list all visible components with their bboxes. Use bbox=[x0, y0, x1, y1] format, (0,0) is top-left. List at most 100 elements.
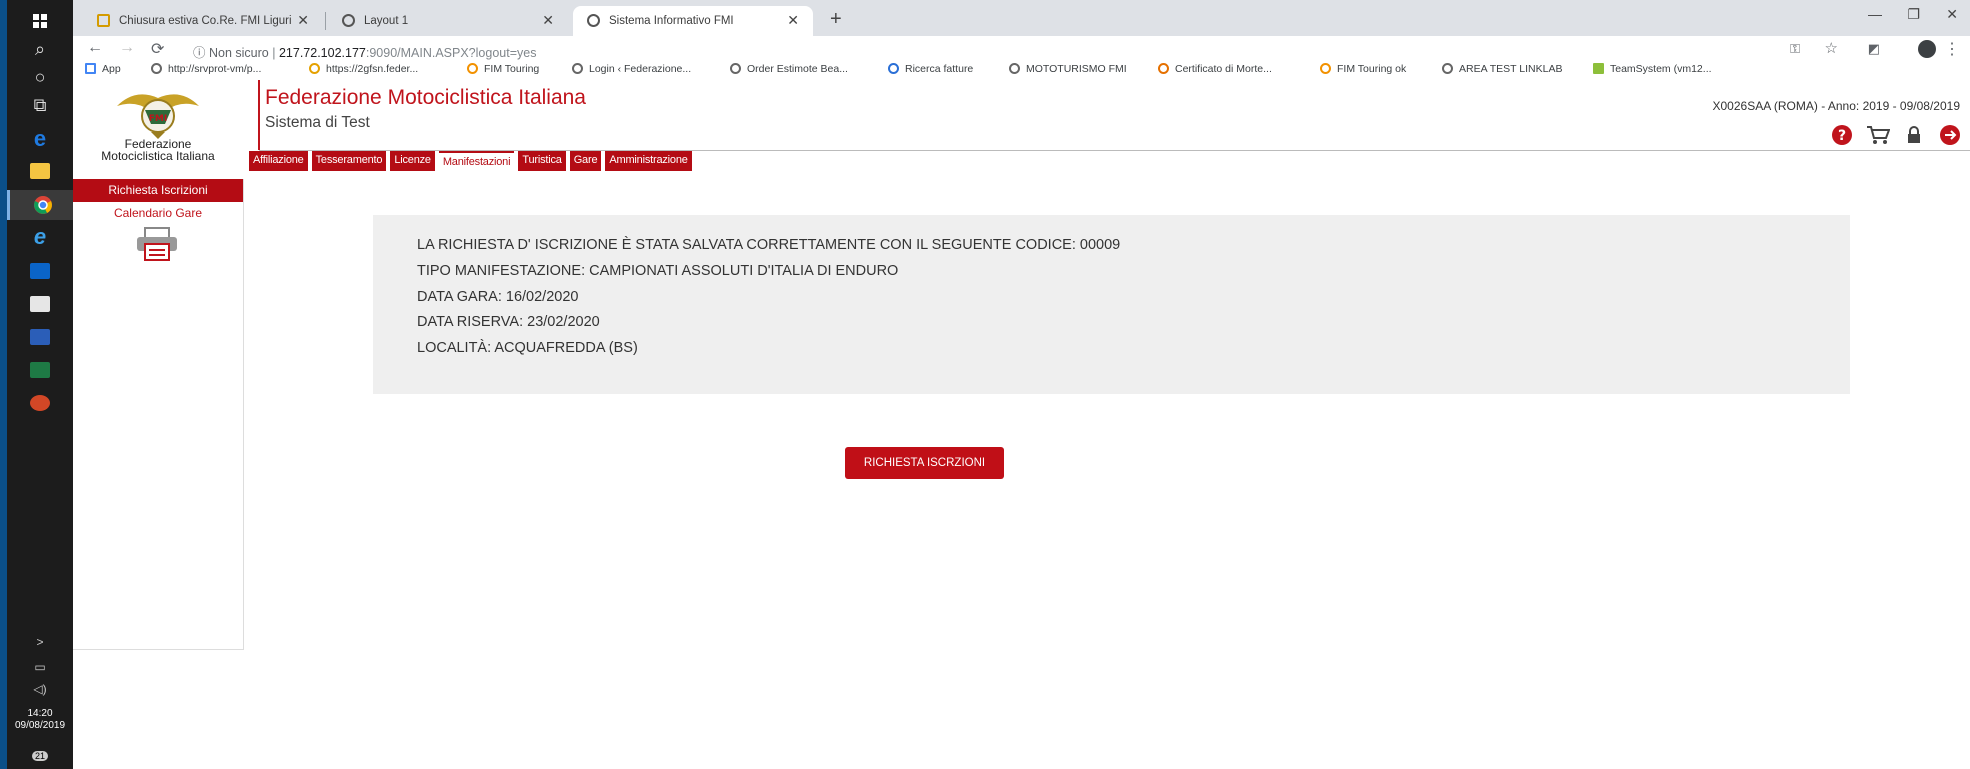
sidebar-item-calendario-gare[interactable]: Calendario Gare bbox=[73, 202, 243, 225]
apps-grid-icon bbox=[85, 63, 96, 74]
restore-icon[interactable]: ❐ bbox=[1907, 6, 1920, 23]
lock-icon[interactable] bbox=[1902, 125, 1926, 145]
bookmark-fim-touring[interactable]: FIM Touring bbox=[467, 63, 539, 75]
bookmark-favicon-icon bbox=[888, 63, 899, 74]
tab-sistema-informativo[interactable]: Sistema Informativo FMI ✕ bbox=[573, 6, 813, 36]
fmi-logo[interactable]: FMI Federazione Motociclistica Italiana bbox=[73, 80, 243, 180]
bookmark-ricerca-fatture[interactable]: Ricerca fatture bbox=[888, 63, 973, 75]
file-explorer-icon[interactable] bbox=[7, 156, 73, 186]
key-icon[interactable]: ⚿ bbox=[1790, 41, 1800, 57]
menu-tesseramento[interactable]: Tesseramento bbox=[311, 151, 387, 171]
bookmark-label: TeamSystem (vm12... bbox=[1610, 63, 1712, 75]
sidebar-item-richiesta-iscrizioni[interactable]: Richiesta Iscrizioni bbox=[73, 179, 243, 202]
edge-icon[interactable]: e bbox=[7, 124, 73, 154]
new-tab-icon[interactable]: + bbox=[830, 8, 842, 31]
bookmark-order-estimote[interactable]: Order Estimote Bea... bbox=[730, 63, 848, 75]
security-label: Non sicuro bbox=[209, 46, 269, 60]
tab-chiusura-estiva[interactable]: Chiusura estiva Co.Re. FMI Liguri ✕ bbox=[83, 6, 323, 36]
close-icon[interactable]: ✕ bbox=[787, 12, 799, 29]
extension-icon[interactable]: ◩ bbox=[1868, 41, 1880, 57]
profile-avatar[interactable] bbox=[1918, 40, 1936, 63]
clock-date: 09/08/2019 bbox=[14, 720, 66, 731]
menu-manifestazioni[interactable]: Manifestazioni bbox=[438, 151, 515, 171]
network-icon[interactable]: ▭ bbox=[7, 660, 73, 674]
user-info: X0026SAA (ROMA) - Anno: 2019 - 09/08/201… bbox=[1712, 99, 1961, 113]
logout-icon[interactable] bbox=[1938, 125, 1962, 145]
reload-icon[interactable]: ⟳ bbox=[151, 39, 164, 59]
url-field[interactable]: ⓘ Non sicuro | 217.72.102.177:9090/MAIN.… bbox=[193, 42, 536, 61]
minimize-icon[interactable]: — bbox=[1868, 6, 1882, 22]
chrome-icon[interactable] bbox=[7, 190, 76, 220]
task-view-icon[interactable]: ⧉ bbox=[7, 90, 73, 120]
bookmark-label: AREA TEST LINKLAB bbox=[1459, 63, 1563, 75]
chevron-up-icon[interactable]: > bbox=[7, 635, 73, 649]
web-page: FMI Federazione Motociclistica Italiana … bbox=[73, 80, 1970, 769]
page-subtitle: Sistema di Test bbox=[265, 114, 370, 131]
bookmark-label: Ricerca fatture bbox=[905, 63, 974, 75]
menu-turistica[interactable]: Turistica bbox=[518, 151, 566, 171]
tab-title: Chiusura estiva Co.Re. FMI Liguri bbox=[119, 15, 292, 27]
bookmark-area-test[interactable]: AREA TEST LINKLAB bbox=[1442, 63, 1563, 75]
url-path: :9090/MAIN.ASPX?logout=yes bbox=[365, 46, 537, 60]
url-host: 217.72.102.177 bbox=[278, 46, 366, 60]
bookmark-label: Certificato di Morte... bbox=[1175, 63, 1272, 75]
svg-text:?: ? bbox=[1838, 128, 1846, 144]
bookmark-favicon-icon bbox=[309, 63, 320, 74]
tab-strip: Chiusura estiva Co.Re. FMI Liguri ✕ Layo… bbox=[73, 0, 1970, 36]
menu-dots-icon[interactable]: ⋮ bbox=[1944, 39, 1960, 59]
bookmark-certificato[interactable]: Certificato di Morte... bbox=[1158, 63, 1272, 75]
close-icon[interactable]: ✕ bbox=[542, 12, 554, 29]
cortana-icon[interactable]: ○ bbox=[7, 62, 73, 92]
info-icon[interactable]: ⓘ bbox=[193, 46, 206, 60]
location: LOCALITÀ: ACQUAFREDDA (BS) bbox=[417, 340, 638, 356]
globe-icon bbox=[1009, 63, 1020, 74]
menu-affiliazione[interactable]: Affiliazione bbox=[249, 151, 308, 171]
bookmark-label: https://2gfsn.feder... bbox=[326, 63, 419, 75]
star-icon[interactable]: ☆ bbox=[1825, 39, 1838, 57]
svg-text:FMI: FMI bbox=[149, 114, 167, 124]
ie-icon[interactable]: e bbox=[7, 222, 73, 252]
close-icon[interactable]: ✕ bbox=[297, 12, 309, 29]
sidebar: Richiesta Iscrizioni Calendario Gare bbox=[73, 179, 244, 650]
store-icon[interactable] bbox=[7, 289, 73, 319]
forward-arrow-icon[interactable]: → bbox=[119, 39, 135, 57]
cart-icon[interactable] bbox=[1866, 125, 1890, 145]
globe-icon bbox=[1442, 63, 1453, 74]
excel-icon[interactable] bbox=[7, 355, 73, 385]
notification-icon[interactable]: 21 bbox=[7, 748, 73, 762]
race-date: DATA GARA: 16/02/2020 bbox=[417, 289, 579, 305]
help-icon[interactable]: ? bbox=[1830, 125, 1854, 145]
back-arrow-icon[interactable]: ← bbox=[87, 39, 103, 57]
bookmark-favicon-icon bbox=[1320, 63, 1331, 74]
bookmark-app[interactable]: App bbox=[85, 63, 121, 75]
header-icons: ? bbox=[1830, 125, 1962, 145]
bookmark-srvprot[interactable]: http://srvprot-vm/p... bbox=[151, 63, 261, 75]
bookmark-login[interactable]: Login ‹ Federazione... bbox=[572, 63, 691, 75]
bookmark-label: FIM Touring bbox=[484, 63, 540, 75]
bookmark-2gfsn[interactable]: https://2gfsn.feder... bbox=[309, 63, 418, 75]
menu-licenze[interactable]: Licenze bbox=[390, 151, 435, 171]
fmi-emblem-icon: FMI bbox=[117, 94, 199, 139]
tab-title: Sistema Informativo FMI bbox=[609, 15, 734, 27]
globe-icon bbox=[587, 14, 600, 27]
bookmark-teamsystem[interactable]: TeamSystem (vm12... bbox=[1593, 63, 1712, 75]
word-icon[interactable] bbox=[7, 322, 73, 352]
menu-amministrazione[interactable]: Amministrazione bbox=[605, 151, 692, 171]
volume-icon[interactable]: ◁) bbox=[7, 682, 73, 696]
bookmark-favicon-icon bbox=[467, 63, 478, 74]
bookmark-mototurismo[interactable]: MOTOTURISMO FMI bbox=[1009, 63, 1127, 75]
browser-chrome: Chiusura estiva Co.Re. FMI Liguri ✕ Layo… bbox=[73, 0, 1970, 81]
menu-gare[interactable]: Gare bbox=[569, 151, 602, 171]
confirmation-message: LA RICHIESTA D' ISCRIZIONE È STATA SALVA… bbox=[417, 237, 1121, 253]
search-icon[interactable]: ⌕ bbox=[7, 34, 73, 64]
richiesta-iscrizioni-button[interactable]: RICHIESTA ISCRZIONI bbox=[845, 447, 1004, 479]
tab-layout-1[interactable]: Layout 1 ✕ bbox=[328, 6, 568, 36]
bookmark-fim-touring-ok[interactable]: FIM Touring ok bbox=[1320, 63, 1406, 75]
window-close-icon[interactable]: ✕ bbox=[1946, 6, 1958, 23]
globe-icon bbox=[730, 63, 741, 74]
powerpoint-icon[interactable] bbox=[7, 388, 73, 418]
printer-icon[interactable] bbox=[135, 227, 179, 261]
windows-start-icon[interactable] bbox=[7, 6, 73, 36]
outlook-icon[interactable] bbox=[7, 256, 73, 286]
taskbar-clock[interactable]: 14:20 09/08/2019 bbox=[7, 708, 73, 732]
